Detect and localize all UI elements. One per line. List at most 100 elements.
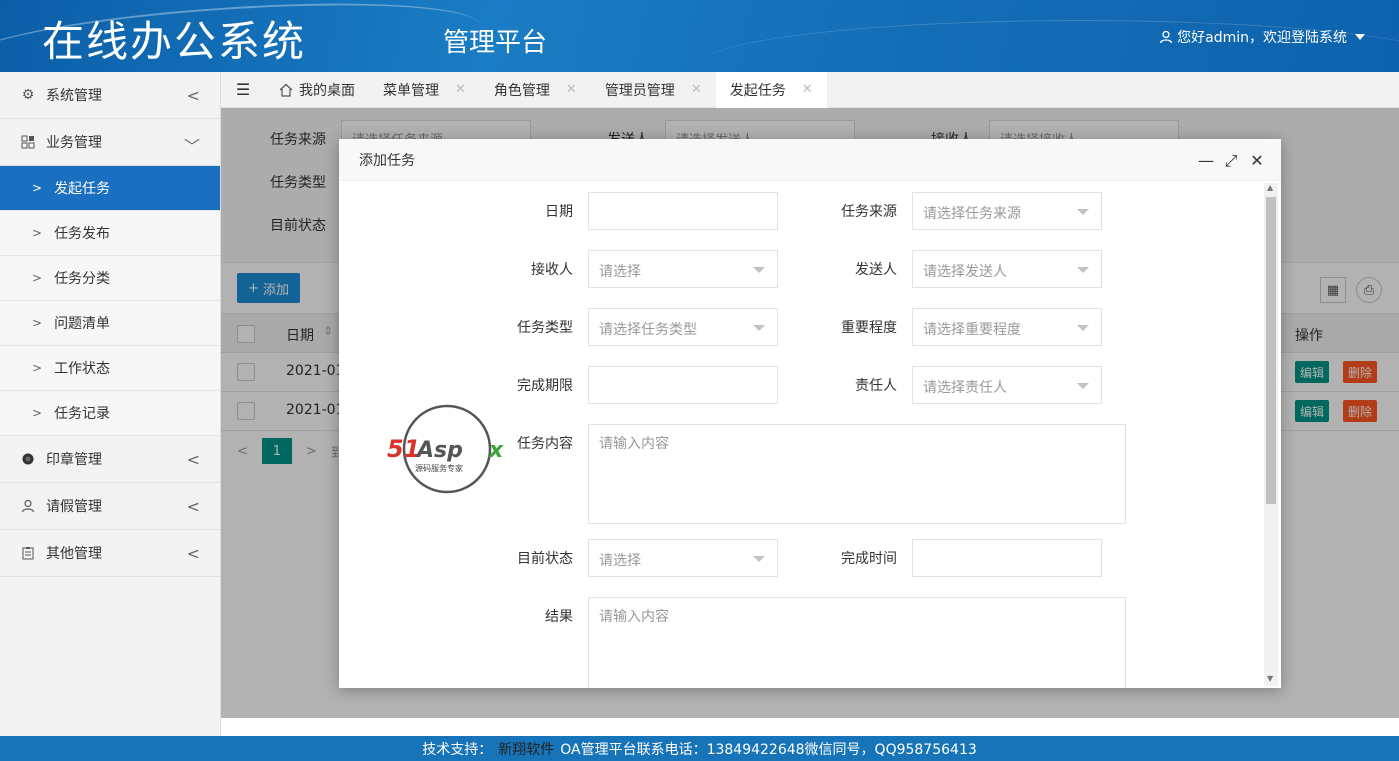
sidebar-item-label: 业务管理 — [46, 135, 102, 151]
gear-icon: ⚙ — [21, 87, 35, 103]
owner-placeholder: 请选择责任人 — [923, 380, 1007, 396]
chevron-right-icon: > — [32, 406, 43, 420]
seal-icon — [20, 451, 36, 467]
scroll-up-icon[interactable]: ▲ — [1267, 183, 1273, 192]
result-textarea[interactable]: 请输入内容 — [588, 597, 1126, 688]
tab-bar: ☰ 我的桌面 菜单管理 ✕ 角色管理 ✕ 管理员管理 ✕ 发起任务 ✕ — [221, 71, 1399, 108]
status-placeholder: 请选择 — [599, 553, 641, 569]
type-select[interactable]: 请选择任务类型 — [588, 308, 778, 346]
chevron-down-icon — [1355, 34, 1365, 40]
deadline-input[interactable] — [588, 366, 778, 404]
type-label: 任务类型 — [517, 320, 573, 336]
dialog-title: 添加任务 — [359, 152, 415, 169]
chevron-left-icon: < — [186, 544, 200, 563]
source-select[interactable]: 请选择任务来源 — [912, 192, 1102, 230]
chevron-down-icon: ﹀ — [183, 137, 200, 156]
tab-home[interactable]: 我的桌面 — [265, 72, 369, 108]
date-input[interactable] — [588, 192, 778, 230]
footer-support-label: 技术支持： — [422, 741, 493, 758]
close-icon[interactable]: ✕ — [455, 82, 466, 97]
close-icon[interactable]: ✕ — [566, 82, 577, 97]
app-subtitle: 管理平台 — [443, 28, 548, 58]
tab-menu-management[interactable]: 菜单管理 ✕ — [369, 72, 480, 108]
svg-text:51: 51 — [387, 435, 420, 463]
svg-text:Asp: Asp — [415, 438, 463, 463]
dropdown-arrow-icon — [753, 325, 765, 331]
status-label: 目前状态 — [517, 551, 573, 567]
chevron-left-icon: < — [186, 450, 200, 469]
close-icon[interactable]: ✕ — [691, 82, 702, 97]
app-title: 在线办公系统 — [42, 17, 307, 66]
sidebar: ⚙ 系统管理 < 业务管理 ﹀ > 发起任务 > 任务发布 > 任务分类 > 问题清单 … — [0, 72, 221, 736]
maximize-icon[interactable]: ⤢ — [1222, 151, 1240, 171]
sidebar-subitem-task-record[interactable]: > 任务记录 — [0, 391, 220, 436]
scroll-down-icon[interactable]: ▼ — [1267, 674, 1273, 683]
status-select[interactable]: 请选择 — [588, 539, 778, 577]
owner-select[interactable]: 请选择责任人 — [912, 366, 1102, 404]
sidebar-item-leave[interactable]: 请假管理 < — [0, 483, 220, 530]
app-root: 在线办公系统 管理平台 您好admin，欢迎登陆系统 ⚙ 系统管理 < 业务管理… — [0, 0, 1399, 761]
tab-launch-task[interactable]: 发起任务 ✕ — [715, 71, 827, 108]
svg-text:源码服务专家: 源码服务专家 — [415, 463, 463, 473]
sidebar-subitem-label: 任务发布 — [54, 226, 111, 242]
chevron-right-icon: > — [32, 316, 43, 330]
tab-label: 管理员管理 — [604, 82, 675, 99]
sidebar-subitem-label: 任务记录 — [54, 406, 111, 422]
source-label: 任务来源 — [841, 204, 897, 220]
sidebar-subitem-label: 任务分类 — [54, 271, 111, 287]
dialog-scrollbar[interactable]: ▲ ▼ — [1264, 183, 1278, 686]
sender-select[interactable]: 请选择发送人 — [912, 250, 1102, 288]
sidebar-item-label: 系统管理 — [46, 88, 102, 104]
footer-brand[interactable]: 新翔软件 — [498, 739, 554, 759]
chevron-right-icon: > — [32, 271, 43, 285]
type-placeholder: 请选择任务类型 — [599, 322, 697, 338]
sidebar-item-business[interactable]: 业务管理 ﹀ — [0, 119, 220, 166]
sender-placeholder: 请选择发送人 — [923, 264, 1007, 280]
dropdown-arrow-icon — [1077, 383, 1089, 389]
sidebar-subitem-task-publish[interactable]: > 任务发布 — [0, 211, 220, 256]
sidebar-subitem-work-status[interactable]: > 工作状态 — [0, 346, 220, 391]
sidebar-item-label: 印章管理 — [46, 452, 102, 468]
date-label: 日期 — [545, 204, 573, 220]
scrollbar-thumb[interactable] — [1266, 197, 1276, 504]
deadline-label: 完成期限 — [517, 378, 573, 394]
dropdown-arrow-icon — [1077, 325, 1089, 331]
source-placeholder: 请选择任务来源 — [923, 206, 1021, 222]
sidebar-subitem-task-category[interactable]: > 任务分类 — [0, 256, 220, 301]
dropdown-arrow-icon — [1077, 209, 1089, 215]
content-label: 任务内容 — [517, 436, 573, 452]
sidebar-item-other[interactable]: 其他管理 < — [0, 530, 220, 577]
sidebar-item-label: 其他管理 — [46, 546, 102, 562]
tab-label: 角色管理 — [493, 82, 550, 99]
importance-label: 重要程度 — [841, 320, 897, 336]
close-icon[interactable]: ✕ — [1248, 151, 1266, 170]
add-task-dialog: 添加任务 — ⤢ ✕ 日期 任务来源 请选择任务来源 接收人 请选择 发送人 请… — [339, 139, 1281, 688]
menu-toggle-icon[interactable]: ☰ — [221, 80, 265, 99]
sidebar-item-seal[interactable]: 印章管理 < — [0, 436, 220, 483]
importance-select[interactable]: 请选择重要程度 — [912, 308, 1102, 346]
user-menu[interactable]: 您好admin，欢迎登陆系统 — [1159, 27, 1365, 47]
minimize-icon[interactable]: — — [1197, 151, 1215, 170]
sidebar-subitem-label: 发起任务 — [54, 181, 111, 197]
dropdown-arrow-icon — [753, 556, 765, 562]
chevron-right-icon: > — [32, 226, 43, 240]
top-header: 在线办公系统 管理平台 您好admin，欢迎登陆系统 — [0, 0, 1399, 72]
sidebar-item-system[interactable]: ⚙ 系统管理 < — [0, 72, 220, 119]
dialog-header: 添加任务 — ⤢ ✕ — [339, 139, 1281, 181]
receiver-label: 接收人 — [531, 262, 573, 278]
content-textarea[interactable]: 请输入内容 — [588, 424, 1126, 524]
tab-admin-management[interactable]: 管理员管理 ✕ — [591, 72, 716, 108]
sidebar-subitem-issue-list[interactable]: > 问题清单 — [0, 301, 220, 346]
owner-label: 责任人 — [855, 378, 897, 394]
tab-label: 发起任务 — [729, 82, 786, 99]
footer-contact: OA管理平台联系电话：13849422648微信同号，QQ958756413 — [560, 741, 977, 758]
user-icon — [1159, 30, 1173, 44]
sidebar-subitem-launch-task[interactable]: > 发起任务 — [0, 166, 220, 211]
dropdown-arrow-icon — [753, 267, 765, 273]
finish-time-input[interactable] — [912, 539, 1102, 577]
tab-role-management[interactable]: 角色管理 ✕ — [480, 72, 591, 108]
receiver-select[interactable]: 请选择 — [588, 250, 778, 288]
close-icon[interactable]: ✕ — [802, 82, 813, 97]
user-icon — [20, 498, 36, 514]
chevron-left-icon: < — [186, 86, 200, 105]
